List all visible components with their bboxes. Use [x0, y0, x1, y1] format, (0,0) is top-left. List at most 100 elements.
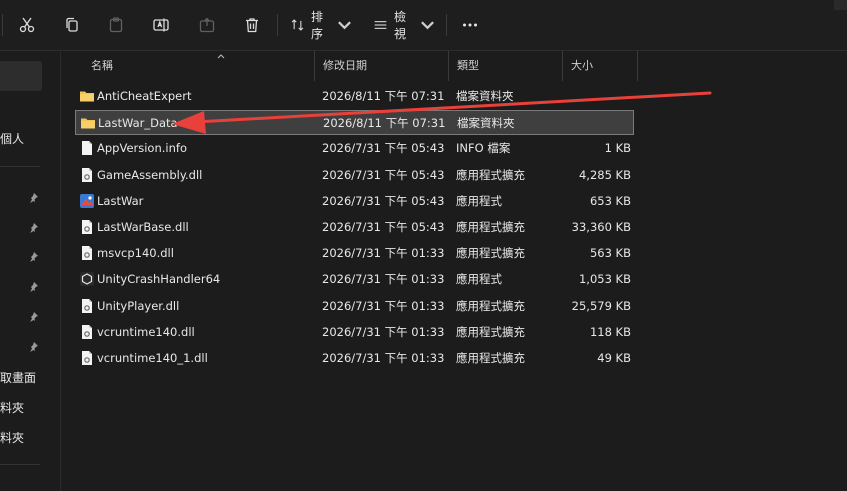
- file-type: 應用程式擴充: [456, 167, 525, 182]
- nav-item-folder[interactable]: 料夾: [0, 429, 24, 446]
- view-button[interactable]: 檢視: [373, 10, 435, 41]
- toolbar-divider: [277, 14, 278, 36]
- file-name: AppVersion.info: [97, 141, 187, 156]
- pin-icon: [30, 342, 38, 352]
- file-name: GameAssembly.dll: [97, 167, 203, 182]
- window-edge: [834, 0, 847, 10]
- file-type: 應用程式擴充: [456, 246, 525, 261]
- file-modified-date: 2026/7/31 下午 05:43: [322, 193, 445, 208]
- more-options-button[interactable]: [457, 12, 483, 38]
- file-size: 563 KB: [589, 246, 631, 261]
- table-row[interactable]: msvcp140.dll 2026/7/31 下午 01:33 應用程式擴充 563 …: [75, 241, 634, 266]
- column-header-size[interactable]: 大小: [563, 51, 638, 81]
- copy-button[interactable]: [60, 12, 84, 38]
- sort-ascending-icon: [217, 54, 225, 59]
- more-icon: [463, 23, 477, 27]
- table-row[interactable]: UnityCrashHandler64 2026/7/31 下午 01:33 應用程…: [75, 267, 634, 292]
- share-button[interactable]: [195, 12, 219, 38]
- file-size: [552, 111, 632, 136]
- file-modified-date: 2026/7/31 下午 05:43: [322, 141, 445, 156]
- nav-item-screenshots[interactable]: 取畫面: [0, 369, 36, 386]
- file-type: 檔案資料夾: [456, 89, 514, 103]
- scissors-icon: [19, 17, 35, 33]
- nav-selected-item[interactable]: [0, 61, 42, 91]
- table-row[interactable]: LastWar_Data 2026/8/11 下午 07:31 檔案資料夾: [75, 110, 634, 136]
- file-name: LastWar_Data: [98, 116, 178, 131]
- column-size-label: 大小: [571, 59, 593, 72]
- file-type: 應用程式: [456, 193, 502, 208]
- column-header-date[interactable]: 修改日期: [315, 51, 449, 81]
- pin-icon: [30, 312, 38, 322]
- dll-icon: [79, 324, 95, 340]
- rename-button[interactable]: [149, 12, 173, 38]
- delete-button[interactable]: [240, 12, 264, 38]
- nav-item-folder[interactable]: 料夾: [0, 399, 24, 416]
- trash-icon: [246, 18, 258, 33]
- file-modified-date: 2026/7/31 下午 01:33: [322, 324, 445, 339]
- table-row[interactable]: UnityPlayer.dll 2026/7/31 下午 01:33 應用程式擴充 2…: [75, 294, 634, 319]
- navigation-pane: 個人 取畫面 料夾 料夾: [0, 51, 61, 491]
- file-modified-date: 2026/7/31 下午 01:33: [322, 351, 445, 365]
- sort-button[interactable]: 排序: [290, 10, 352, 41]
- dll-icon: [79, 298, 95, 314]
- view-label: 檢視: [394, 10, 407, 41]
- file-modified-date: 2026/7/31 下午 01:33: [322, 298, 445, 313]
- nav-item-personal[interactable]: 個人: [0, 130, 24, 147]
- pin-icon: [30, 193, 38, 203]
- cut-button[interactable]: [15, 12, 39, 38]
- table-row[interactable]: AppVersion.info 2026/7/31 下午 05:43 INFO 檔案…: [75, 136, 634, 161]
- file-size: [551, 84, 631, 109]
- nav-divider: [0, 166, 40, 167]
- file-size: 49 KB: [597, 351, 631, 365]
- paste-button[interactable]: [104, 12, 128, 38]
- file-modified-date: 2026/7/31 下午 01:33: [322, 246, 445, 261]
- file-type: 應用程式擴充: [456, 298, 525, 313]
- file-modified-date: 2026/7/31 下午 05:43: [322, 220, 445, 234]
- nav-divider: [0, 464, 40, 465]
- table-row[interactable]: LastWar 2026/7/31 下午 05:43 應用程式 653 KB: [75, 189, 634, 214]
- file-type: 應用程式擴充: [456, 324, 525, 339]
- folder-icon: [79, 88, 95, 104]
- file-type: 應用程式擴充: [456, 220, 525, 234]
- file-name: UnityCrashHandler64: [97, 272, 221, 287]
- file-modified-date: 2026/7/31 下午 01:33: [322, 272, 445, 287]
- file-name: UnityPlayer.dll: [97, 298, 180, 313]
- file-size: 25,579 KB: [571, 298, 631, 313]
- table-row[interactable]: GameAssembly.dll 2026/7/31 下午 05:43 應用程式擴充…: [75, 163, 634, 188]
- folder-icon: [80, 115, 96, 131]
- pin-icon: [30, 252, 38, 262]
- share-icon: [199, 17, 215, 33]
- chevron-down-icon: [338, 21, 351, 30]
- file-size: 1 KB: [604, 141, 631, 156]
- column-type-label: 類型: [457, 59, 479, 72]
- file-name: AntiCheatExpert: [97, 89, 192, 103]
- column-date-label: 修改日期: [323, 59, 367, 72]
- file-type: 應用程式擴充: [456, 351, 525, 365]
- dll-icon: [79, 245, 95, 261]
- toolbar-divider: [2, 14, 3, 36]
- pin-icon: [30, 282, 38, 292]
- column-header-name[interactable]: 名稱: [83, 51, 315, 81]
- dll-icon: [79, 350, 95, 366]
- sort-icon: [291, 19, 304, 31]
- file-size: 33,360 KB: [571, 220, 631, 234]
- column-header-type[interactable]: 類型: [449, 51, 563, 81]
- copy-icon: [66, 17, 78, 32]
- file-name: LastWar: [97, 193, 144, 208]
- file-size: 653 KB: [589, 193, 631, 208]
- chevron-down-icon: [421, 21, 434, 30]
- file-type: 檔案資料夾: [457, 116, 515, 131]
- table-row[interactable]: vcruntime140.dll 2026/7/31 下午 01:33 應用程式擴充…: [75, 320, 634, 345]
- table-row[interactable]: AntiCheatExpert 2026/8/11 下午 07:31 檔案資料夾: [75, 84, 634, 109]
- dll-icon: [79, 167, 95, 183]
- table-row[interactable]: LastWarBase.dll 2026/7/31 下午 05:43 應用程式擴充 3…: [75, 215, 634, 240]
- file-name: vcruntime140_1.dll: [97, 351, 208, 365]
- table-row[interactable]: vcruntime140_1.dll 2026/7/31 下午 01:33 應用程式…: [75, 346, 634, 371]
- file-size: 4,285 KB: [578, 167, 631, 182]
- file-type: INFO 檔案: [456, 141, 511, 156]
- dll-icon: [79, 219, 95, 235]
- toolbar-divider: [446, 14, 447, 36]
- file-modified-date: 2026/8/11 下午 07:31: [323, 116, 446, 131]
- unity-icon: [79, 271, 95, 287]
- file-icon: [79, 140, 95, 156]
